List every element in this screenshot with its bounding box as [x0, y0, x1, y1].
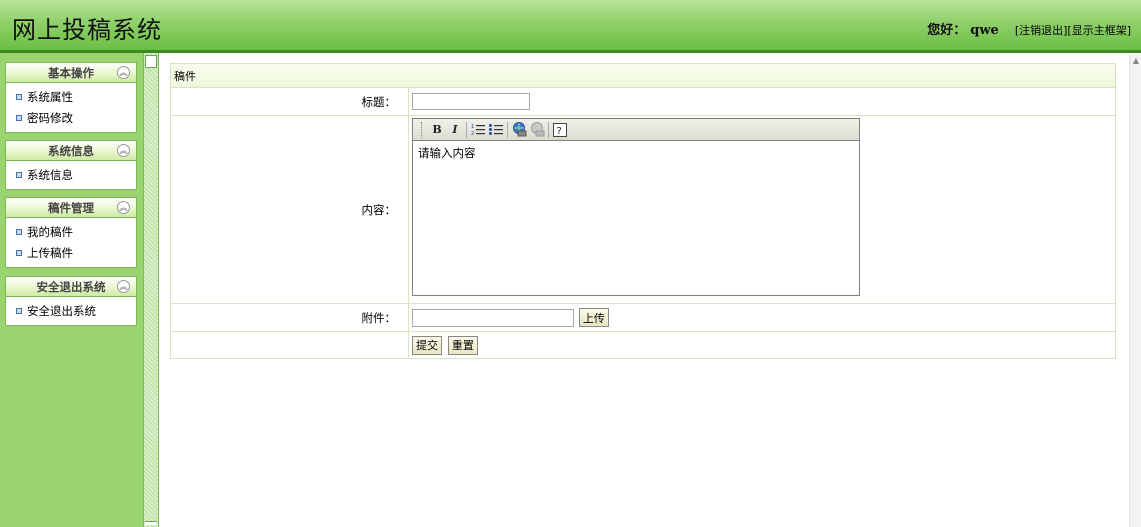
ordered-list-icon[interactable]: 12	[469, 121, 487, 139]
bullet-icon	[16, 307, 22, 314]
submit-button[interactable]: 提交	[412, 335, 442, 355]
title-row: 标题：	[170, 87, 1116, 116]
show-frame-link[interactable]: [显示主框架]	[1067, 22, 1131, 38]
menu-body: 安全退出系统	[5, 297, 137, 326]
menu-group-manuscripts: 稿件管理 ︽ 我的稿件 上传稿件	[5, 197, 137, 268]
menu-header-manuscripts[interactable]: 稿件管理 ︽	[5, 197, 137, 218]
form-caption: 稿件	[170, 63, 1116, 88]
bullet-icon	[16, 228, 22, 235]
help-icon[interactable]: ?	[551, 121, 569, 139]
rich-text-editor: B I 12 ? 请输入内容	[412, 118, 860, 296]
sidebar-item-system-info[interactable]: 系统信息	[6, 164, 136, 185]
sidebar-item-safe-logout[interactable]: 安全退出系统	[6, 300, 136, 321]
attachment-input[interactable]	[412, 308, 574, 327]
content-editor-area[interactable]: 请输入内容	[413, 141, 859, 295]
menu-body: 我的稿件 上传稿件	[5, 218, 137, 268]
app-title: 网上投稿系统	[12, 16, 162, 44]
menu-body: 系统信息	[5, 161, 137, 190]
toolbar-separator	[548, 121, 549, 138]
content-row: 内容： B I 12 ? 请输入内容	[170, 115, 1116, 304]
reset-button[interactable]: 重置	[447, 335, 478, 355]
toolbar-separator	[466, 121, 467, 138]
username: qwe	[970, 23, 999, 38]
bullet-icon	[16, 114, 22, 121]
menu-header-label: 系统信息	[48, 143, 94, 158]
menu-group-basic: 基本操作 ︽ 系统属性 密码修改	[5, 62, 137, 133]
svg-text:2: 2	[471, 131, 474, 136]
vertical-scrollbar[interactable]: ▲	[1129, 55, 1141, 527]
collapse-icon[interactable]: ︽	[117, 144, 130, 157]
sidebar-item-label: 安全退出系统	[27, 303, 96, 318]
collapse-icon[interactable]: ︽	[117, 201, 130, 214]
main-content: 稿件 标题： 内容： B I 12 ? 请输入内容 附件： 上传 提交 重置	[159, 53, 1129, 527]
frame-splitter[interactable]	[143, 53, 159, 527]
menu-group-logout: 安全退出系统 ︽ 安全退出系统	[5, 276, 137, 326]
sidebar-item-change-password[interactable]: 密码修改	[6, 107, 136, 128]
sidebar-item-label: 我的稿件	[27, 224, 73, 239]
sidebar: 基本操作 ︽ 系统属性 密码修改 系统信息 ︽ 系统信息 稿件管理 ︽ 我的稿件…	[0, 53, 143, 527]
sidebar-item-label: 系统属性	[27, 89, 73, 104]
menu-body: 系统属性 密码修改	[5, 83, 137, 133]
splitter-bottom-cap	[145, 521, 157, 525]
collapse-icon[interactable]: ︽	[117, 280, 130, 293]
top-header: 网上投稿系统 您好： qwe [注销退出] [显示主框架]	[0, 0, 1141, 53]
upload-button[interactable]: 上传	[578, 308, 609, 327]
user-area: 您好： qwe [注销退出] [显示主框架]	[927, 19, 1131, 38]
splitter-toggle-button[interactable]	[145, 55, 157, 68]
svg-text:1: 1	[471, 124, 474, 130]
attachment-label: 附件：	[170, 303, 409, 332]
menu-header-system-info[interactable]: 系统信息 ︽	[5, 140, 137, 161]
editor-toolbar: B I 12 ?	[413, 119, 859, 141]
menu-header-label: 基本操作	[48, 65, 94, 80]
empty-label-cell	[170, 331, 409, 359]
link-icon[interactable]	[510, 121, 528, 139]
collapse-icon[interactable]: ︽	[117, 66, 130, 79]
content-label: 内容：	[170, 115, 409, 304]
bullet-icon	[16, 249, 22, 256]
title-label: 标题：	[170, 87, 409, 116]
unordered-list-icon[interactable]	[487, 121, 505, 139]
unlink-icon[interactable]	[528, 121, 546, 139]
bullet-icon	[16, 93, 22, 100]
italic-icon[interactable]: I	[446, 121, 464, 139]
toolbar-separator	[507, 121, 508, 138]
sidebar-item-my-manuscripts[interactable]: 我的稿件	[6, 221, 136, 242]
sidebar-item-label: 上传稿件	[27, 245, 73, 260]
bold-icon[interactable]: B	[428, 121, 446, 139]
greeting-label: 您好：	[927, 23, 967, 38]
menu-header-label: 稿件管理	[48, 200, 94, 215]
title-input[interactable]	[412, 93, 530, 110]
logout-link[interactable]: [注销退出]	[1015, 22, 1068, 38]
svg-text:?: ?	[557, 126, 562, 137]
submit-row: 提交 重置	[170, 331, 1116, 359]
scroll-up-arrow-icon[interactable]: ▲	[1131, 55, 1141, 67]
sidebar-item-label: 密码修改	[27, 110, 73, 125]
manuscript-form: 稿件 标题： 内容： B I 12 ? 请输入内容 附件： 上传 提交 重置	[170, 63, 1116, 359]
sidebar-item-label: 系统信息	[27, 167, 73, 182]
menu-header-logout[interactable]: 安全退出系统 ︽	[5, 276, 137, 297]
sidebar-item-system-properties[interactable]: 系统属性	[6, 86, 136, 107]
bullet-icon	[16, 171, 22, 178]
menu-header-basic[interactable]: 基本操作 ︽	[5, 62, 137, 83]
attachment-row: 附件： 上传	[170, 303, 1116, 332]
form-caption-row: 稿件	[170, 63, 1116, 88]
menu-group-system-info: 系统信息 ︽ 系统信息	[5, 140, 137, 190]
sidebar-item-upload-manuscript[interactable]: 上传稿件	[6, 242, 136, 263]
toolbar-grip-icon	[421, 121, 424, 138]
menu-header-label: 安全退出系统	[36, 279, 106, 294]
